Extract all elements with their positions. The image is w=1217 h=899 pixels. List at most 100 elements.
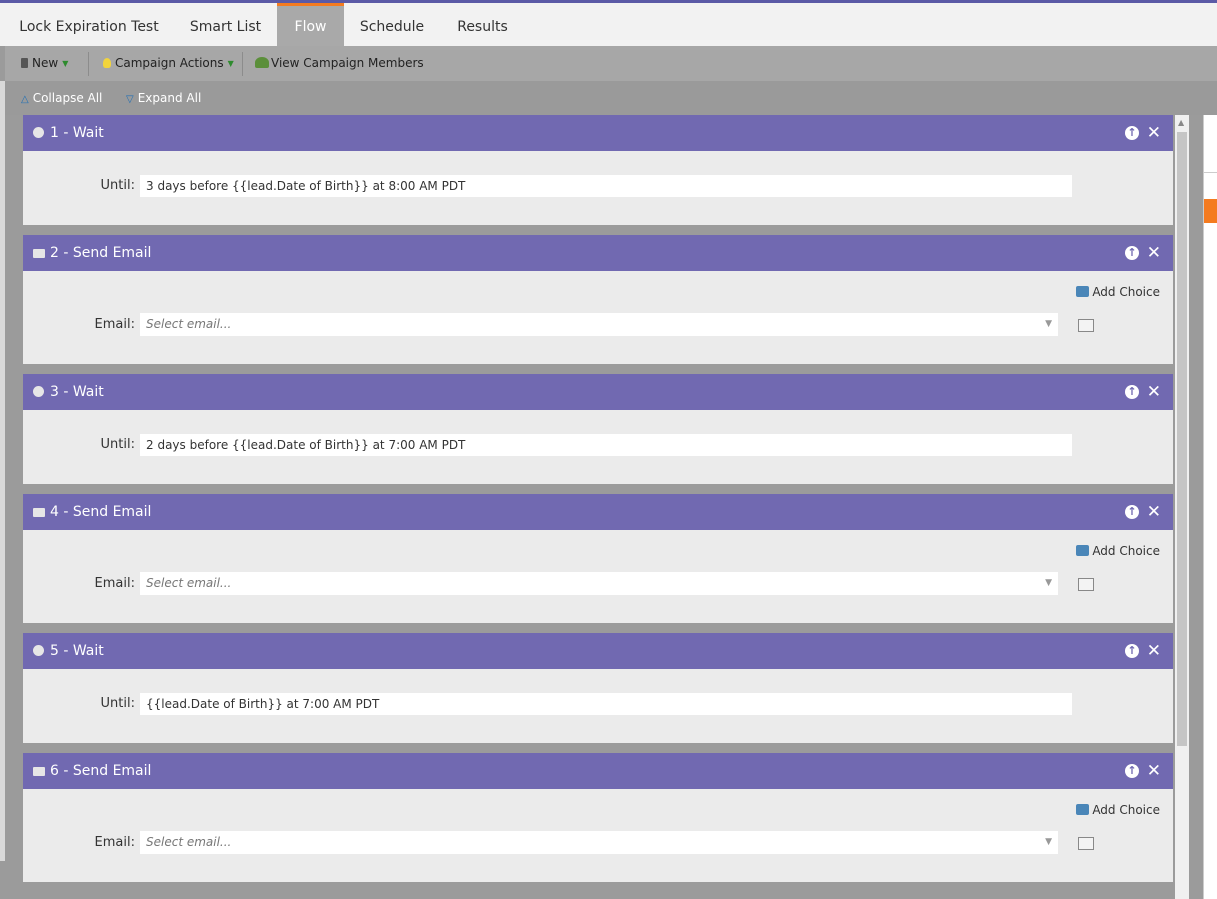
- chevron-down-icon: ▼: [227, 59, 234, 68]
- add-choice-icon: [1076, 286, 1090, 297]
- right-panel: [1203, 115, 1217, 899]
- add-choice-label: Add Choice: [1092, 803, 1160, 817]
- move-up-icon[interactable]: ↑: [1125, 764, 1139, 778]
- collapse-all-label: Collapse All: [32, 91, 103, 105]
- flow-step-wait: 1 - Wait ↑ ✕ Until: 3 days before {{lead…: [23, 115, 1173, 225]
- email-select[interactable]: Select email... ▼: [140, 831, 1058, 854]
- step-title: 1 - Wait: [50, 125, 104, 141]
- view-members-label: View Campaign Members: [271, 56, 424, 70]
- flow-step-send-email: 4 - Send Email ↑ ✕ Add Choice Email: Sel…: [23, 494, 1173, 623]
- toolbar: New ▼ Campaign Actions ▼ View Campaign Mem…: [5, 46, 1217, 81]
- tab-schedule[interactable]: Schedule: [344, 3, 440, 46]
- email-label: Email:: [94, 576, 135, 591]
- step-body: Add Choice Email: Select email... ▼: [23, 271, 1173, 364]
- campaign-actions-label: Campaign Actions: [115, 56, 224, 70]
- people-icon: [255, 57, 269, 68]
- add-choice-label: Add Choice: [1092, 285, 1160, 299]
- tab-results[interactable]: Results: [440, 3, 525, 46]
- email-icon: [33, 249, 45, 258]
- chevron-down-icon: ▼: [1045, 578, 1052, 588]
- new-label: New: [32, 56, 59, 70]
- campaign-actions-button[interactable]: Campaign Actions ▼: [103, 46, 234, 81]
- preview-icon[interactable]: [1078, 319, 1094, 332]
- step-header[interactable]: 5 - Wait ↑ ✕: [23, 633, 1173, 669]
- scrollbar-thumb[interactable]: [1177, 132, 1187, 746]
- email-icon: [33, 767, 45, 776]
- email-label: Email:: [94, 835, 135, 850]
- step-header[interactable]: 2 - Send Email ↑ ✕: [23, 235, 1173, 271]
- step-body: Add Choice Email: Select email... ▼: [23, 789, 1173, 882]
- close-icon[interactable]: ✕: [1147, 374, 1161, 410]
- step-title: 5 - Wait: [50, 643, 104, 659]
- flow-step-send-email: 6 - Send Email ↑ ✕ Add Choice Email: Sel…: [23, 753, 1173, 882]
- step-header[interactable]: 4 - Send Email ↑ ✕: [23, 494, 1173, 530]
- new-button[interactable]: New ▼: [21, 46, 68, 81]
- add-choice-button[interactable]: Add Choice: [1076, 285, 1160, 299]
- until-label: Until:: [100, 437, 135, 452]
- lightbulb-icon: [103, 58, 111, 68]
- toolbar-divider: [88, 52, 89, 76]
- add-choice-button[interactable]: Add Choice: [1076, 544, 1160, 558]
- email-select[interactable]: Select email... ▼: [140, 313, 1058, 336]
- flow-step-send-email: 2 - Send Email ↑ ✕ Add Choice Email: Sel…: [23, 235, 1173, 364]
- add-choice-button[interactable]: Add Choice: [1076, 803, 1160, 817]
- flow-step-wait: 3 - Wait ↑ ✕ Until: 2 days before {{lead…: [23, 374, 1173, 484]
- step-title: 6 - Send Email: [50, 763, 152, 779]
- preview-icon[interactable]: [1078, 837, 1094, 850]
- step-title: 3 - Wait: [50, 384, 104, 400]
- view-campaign-members-button[interactable]: View Campaign Members: [255, 46, 424, 81]
- expand-collapse-bar: △ Collapse All ▽ Expand All: [5, 81, 1217, 115]
- until-field[interactable]: 2 days before {{lead.Date of Birth}} at …: [140, 434, 1072, 456]
- step-header[interactable]: 3 - Wait ↑ ✕: [23, 374, 1173, 410]
- step-title: 4 - Send Email: [50, 504, 152, 520]
- until-field[interactable]: {{lead.Date of Birth}} at 7:00 AM PDT: [140, 693, 1072, 715]
- step-body: Until: 2 days before {{lead.Date of Birt…: [23, 410, 1173, 484]
- clock-icon: [33, 645, 44, 656]
- tab-flow[interactable]: Flow: [277, 3, 344, 46]
- move-up-icon[interactable]: ↑: [1125, 505, 1139, 519]
- move-up-icon[interactable]: ↑: [1125, 246, 1139, 260]
- chevron-down-icon: ▼: [1045, 319, 1052, 329]
- step-title: 2 - Send Email: [50, 245, 152, 261]
- chevron-down-icon: ▼: [62, 59, 69, 68]
- toolbar-divider: [242, 52, 243, 76]
- tab-smart-list[interactable]: Smart List: [178, 3, 273, 46]
- close-icon[interactable]: ✕: [1147, 115, 1161, 151]
- expand-all-label: Expand All: [137, 91, 202, 105]
- close-icon[interactable]: ✕: [1147, 633, 1161, 669]
- step-body: Add Choice Email: Select email... ▼: [23, 530, 1173, 623]
- close-icon[interactable]: ✕: [1147, 753, 1161, 789]
- tab-bar: Lock Expiration Test Smart List Flow Sch…: [0, 3, 1217, 46]
- collapse-all-button[interactable]: △ Collapse All: [21, 81, 102, 115]
- until-label: Until:: [100, 178, 135, 193]
- email-placeholder: Select email...: [146, 576, 232, 590]
- flow-step-wait: 5 - Wait ↑ ✕ Until: {{lead.Date of Birth…: [23, 633, 1173, 743]
- step-header[interactable]: 1 - Wait ↑ ✕: [23, 115, 1173, 151]
- close-icon[interactable]: ✕: [1147, 494, 1161, 530]
- add-choice-icon: [1076, 804, 1090, 815]
- until-field[interactable]: 3 days before {{lead.Date of Birth}} at …: [140, 175, 1072, 197]
- add-choice-icon: [1076, 545, 1090, 556]
- expand-icon: ▽: [126, 94, 134, 105]
- vertical-scrollbar[interactable]: ▲: [1175, 115, 1189, 899]
- move-up-icon[interactable]: ↑: [1125, 385, 1139, 399]
- preview-icon[interactable]: [1078, 578, 1094, 591]
- scroll-up-icon[interactable]: ▲: [1178, 118, 1184, 127]
- until-label: Until:: [100, 696, 135, 711]
- step-body: Until: 3 days before {{lead.Date of Birt…: [23, 151, 1173, 225]
- step-header[interactable]: 6 - Send Email ↑ ✕: [23, 753, 1173, 789]
- new-icon: [21, 58, 28, 68]
- left-edge: [0, 81, 5, 861]
- clock-icon: [33, 127, 44, 138]
- email-icon: [33, 508, 45, 517]
- expand-all-button[interactable]: ▽ Expand All: [126, 81, 201, 115]
- clock-icon: [33, 386, 44, 397]
- chevron-down-icon: ▼: [1045, 837, 1052, 847]
- email-select[interactable]: Select email... ▼: [140, 572, 1058, 595]
- email-label: Email:: [94, 317, 135, 332]
- tab-program[interactable]: Lock Expiration Test: [0, 3, 178, 46]
- move-up-icon[interactable]: ↑: [1125, 126, 1139, 140]
- step-body: Until: {{lead.Date of Birth}} at 7:00 AM…: [23, 669, 1173, 743]
- close-icon[interactable]: ✕: [1147, 235, 1161, 271]
- move-up-icon[interactable]: ↑: [1125, 644, 1139, 658]
